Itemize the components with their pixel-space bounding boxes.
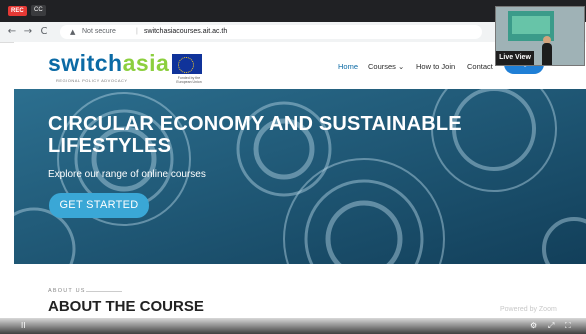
- pause-icon[interactable]: II: [21, 321, 25, 330]
- logo-accent-text: asia: [122, 50, 170, 76]
- hero-banner: CIRCULAR ECONOMY AND SUSTAINABLE LIFESTY…: [14, 89, 586, 264]
- screen-recording-frame: REC CC ← → C ▲ Not secure | switchasiaco…: [0, 0, 586, 334]
- player-control-bar: II ⚙ ⤢ ⛶: [0, 318, 586, 334]
- live-view-camera[interactable]: Live View: [495, 6, 585, 66]
- back-arrow-icon[interactable]: ←: [6, 26, 18, 38]
- logo-tagline: REGIONAL POLICY ADVOCACY: [56, 78, 128, 83]
- address-bar[interactable]: ▲ Not secure | switchasiacourses.ait.ac.…: [60, 25, 482, 39]
- nav-contact[interactable]: Contact: [467, 62, 493, 71]
- powered-by-watermark: Powered by Zoom: [500, 306, 557, 313]
- logo-main-text: switch: [48, 50, 123, 76]
- expand-icon[interactable]: ⤢: [548, 321, 554, 331]
- live-view-label: Live View: [496, 51, 534, 65]
- hero-subtitle: Explore our range of online courses: [48, 169, 206, 180]
- about-divider: [86, 291, 122, 292]
- get-started-button[interactable]: GET STARTED: [49, 193, 149, 218]
- presenter-figure: [542, 43, 552, 65]
- settings-gear-icon[interactable]: ⚙: [530, 321, 537, 330]
- nav-how-to-join[interactable]: How to Join: [416, 62, 455, 71]
- forward-arrow-icon[interactable]: →: [22, 26, 34, 38]
- warning-triangle-icon: ▲: [70, 28, 76, 36]
- about-eyebrow: ABOUT US: [48, 288, 86, 294]
- recording-badge: REC: [8, 6, 27, 16]
- hero-title: CIRCULAR ECONOMY AND SUSTAINABLE LIFESTY…: [48, 113, 462, 157]
- reload-icon[interactable]: C: [38, 26, 50, 38]
- fullscreen-icon[interactable]: ⛶: [565, 321, 571, 331]
- url-text[interactable]: switchasiacourses.ait.ac.th: [144, 25, 227, 39]
- eu-caption: Funded by the European Union: [176, 76, 202, 84]
- about-title: ABOUT THE COURSE: [48, 298, 204, 315]
- eu-stars-ring: [178, 57, 194, 73]
- address-separator: |: [136, 28, 138, 35]
- captions-badge[interactable]: CC: [31, 5, 46, 16]
- nav-home[interactable]: Home: [338, 62, 358, 71]
- presenter-slide: [512, 16, 550, 34]
- switchasia-logo[interactable]: switchasia: [48, 50, 169, 77]
- security-indicator[interactable]: Not secure: [82, 25, 116, 39]
- eu-flag-icon: [172, 54, 202, 74]
- nav-courses[interactable]: Courses ⌄: [368, 62, 404, 71]
